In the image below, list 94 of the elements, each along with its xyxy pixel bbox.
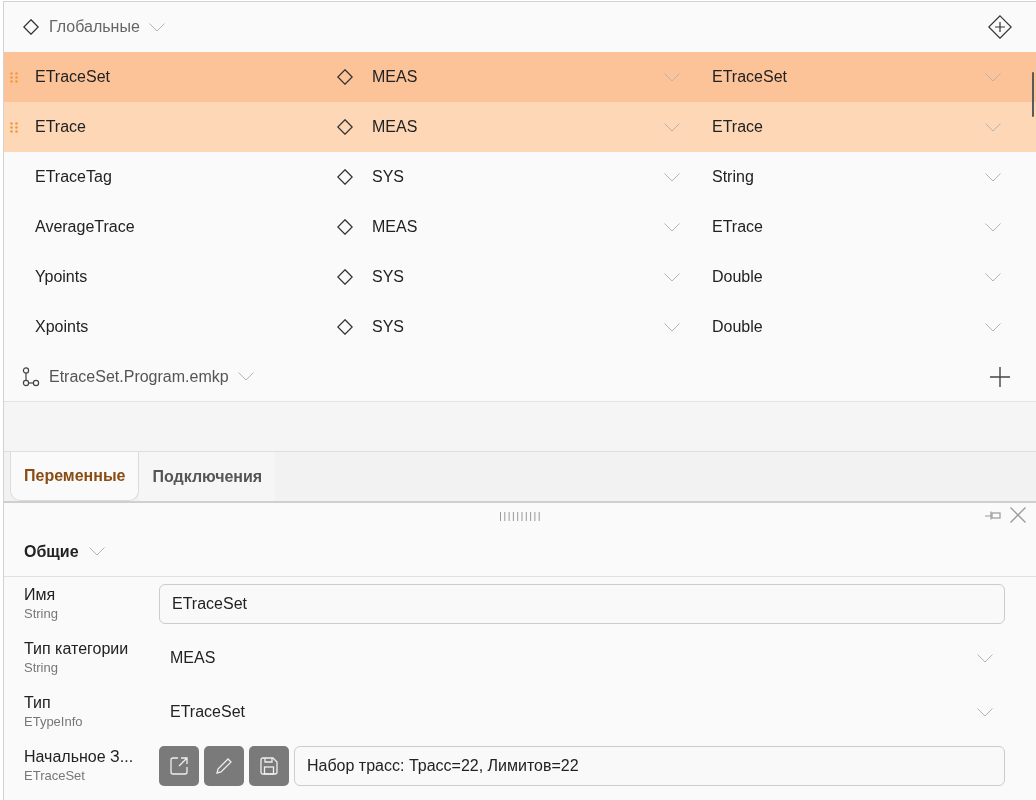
type-dropdown[interactable]: String [712, 165, 1036, 189]
diamond-icon [337, 69, 353, 85]
dropdown-value: MEAS [170, 648, 216, 668]
property-type: String [24, 605, 59, 623]
type-value: ETraceSet [712, 67, 787, 87]
category-dropdown[interactable]: MEAS [372, 115, 680, 139]
diamond-plus-icon [988, 15, 1012, 39]
property-label: Начальное З... [24, 747, 135, 767]
diamond-icon [337, 269, 353, 285]
pin-icon [985, 510, 1001, 520]
chevron-down-icon [985, 322, 1001, 332]
property-type: ETraceSet [24, 767, 86, 785]
variable-name: ETraceSet [35, 67, 110, 87]
category-value: MEAS [372, 217, 418, 237]
pin-button[interactable] [985, 510, 1001, 520]
value-field[interactable]: Набор трасс: Трасс=22, Лимитов=22 [294, 746, 1005, 786]
type-value: Double [712, 267, 763, 287]
edit-button[interactable] [204, 746, 244, 786]
property-type: String [24, 659, 59, 677]
variable-name: ETrace [35, 117, 86, 137]
chevron-down-icon [985, 122, 1001, 132]
category-dropdown[interactable]: MEAS [372, 65, 680, 89]
diamond-icon [23, 19, 39, 35]
chevron-down-icon[interactable] [88, 547, 105, 556]
plus-icon [990, 366, 1010, 387]
chevron-down-icon [664, 322, 680, 332]
chevron-down-icon [985, 272, 1001, 282]
property-label: Тип категории [24, 639, 130, 659]
category-dropdown[interactable]: SYS [372, 315, 680, 339]
dropdown-value: ETraceSet [170, 702, 245, 722]
chevron-down-icon [664, 222, 680, 232]
chevron-down-icon[interactable] [237, 372, 254, 381]
category-dropdown[interactable]: SYS [372, 265, 680, 289]
chevron-down-icon [977, 653, 993, 663]
property-label: Имя [24, 585, 57, 605]
variable-row[interactable]: ETrace MEAS ETrace [4, 102, 1036, 152]
diamond-icon [337, 319, 353, 335]
category-dropdown[interactable]: MEAS [372, 215, 680, 239]
variable-name: Xpoints [35, 317, 89, 337]
chevron-down-icon [664, 172, 680, 182]
chevron-down-icon [664, 122, 680, 132]
variable-name: AverageTrace [35, 217, 135, 237]
category-dropdown[interactable]: SYS [372, 165, 680, 189]
diamond-icon [337, 169, 353, 185]
value-dropdown[interactable]: MEAS [159, 638, 1005, 678]
type-value: ETrace [712, 117, 763, 137]
diamond-icon [337, 119, 353, 135]
grip-icon[interactable] [500, 511, 540, 521]
drag-handle-icon[interactable] [10, 121, 18, 133]
type-dropdown[interactable]: ETrace [712, 215, 1036, 239]
type-dropdown[interactable]: ETrace [712, 115, 1036, 139]
close-button[interactable] [1010, 507, 1026, 523]
open-external-icon [170, 757, 188, 775]
property-type: ETypeInfo [24, 713, 84, 731]
save-icon [260, 757, 278, 775]
type-dropdown[interactable]: Double [712, 265, 1036, 289]
category-value: SYS [372, 317, 404, 337]
tab[interactable]: Подключения [139, 452, 276, 501]
branch-icon [22, 366, 40, 387]
chevron-down-icon[interactable] [148, 22, 165, 32]
scrollbar-thumb[interactable] [1032, 72, 1034, 117]
chevron-down-icon [985, 72, 1001, 82]
category-value: MEAS [372, 117, 418, 137]
add-button[interactable] [988, 364, 1012, 389]
variable-row[interactable]: ETraceSet MEAS ETraceSet [4, 52, 1036, 102]
type-dropdown[interactable]: Double [712, 315, 1036, 339]
chevron-down-icon [664, 272, 680, 282]
type-value: Double [712, 317, 763, 337]
group-title: Глобальные [49, 17, 140, 37]
drag-handle-icon[interactable] [10, 71, 18, 83]
type-value: String [712, 167, 754, 187]
category-value: SYS [372, 267, 404, 287]
chevron-down-icon [977, 707, 993, 717]
tab[interactable]: Переменные [10, 452, 140, 501]
close-icon [1010, 507, 1026, 523]
category-value: MEAS [372, 67, 418, 87]
value-dropdown[interactable]: ETraceSet [159, 692, 1005, 732]
variable-name: ETraceTag [35, 167, 112, 187]
section-title: Общие [24, 541, 79, 562]
chevron-down-icon [664, 72, 680, 82]
input-field[interactable]: ETraceSet [159, 584, 1005, 624]
save-button[interactable] [249, 746, 289, 786]
category-value: SYS [372, 167, 404, 187]
open-button[interactable] [159, 746, 199, 786]
type-value: ETrace [712, 217, 763, 237]
program-name: EtraceSet.Program.emkp [49, 366, 229, 387]
variable-name: Ypoints [35, 267, 88, 287]
chevron-down-icon [985, 172, 1001, 182]
chevron-down-icon [985, 222, 1001, 232]
property-label: Тип [24, 693, 52, 713]
pencil-icon [216, 758, 232, 774]
diamond-icon [337, 219, 353, 235]
add-variable-button[interactable] [987, 14, 1013, 40]
type-dropdown[interactable]: ETraceSet [712, 65, 1036, 89]
